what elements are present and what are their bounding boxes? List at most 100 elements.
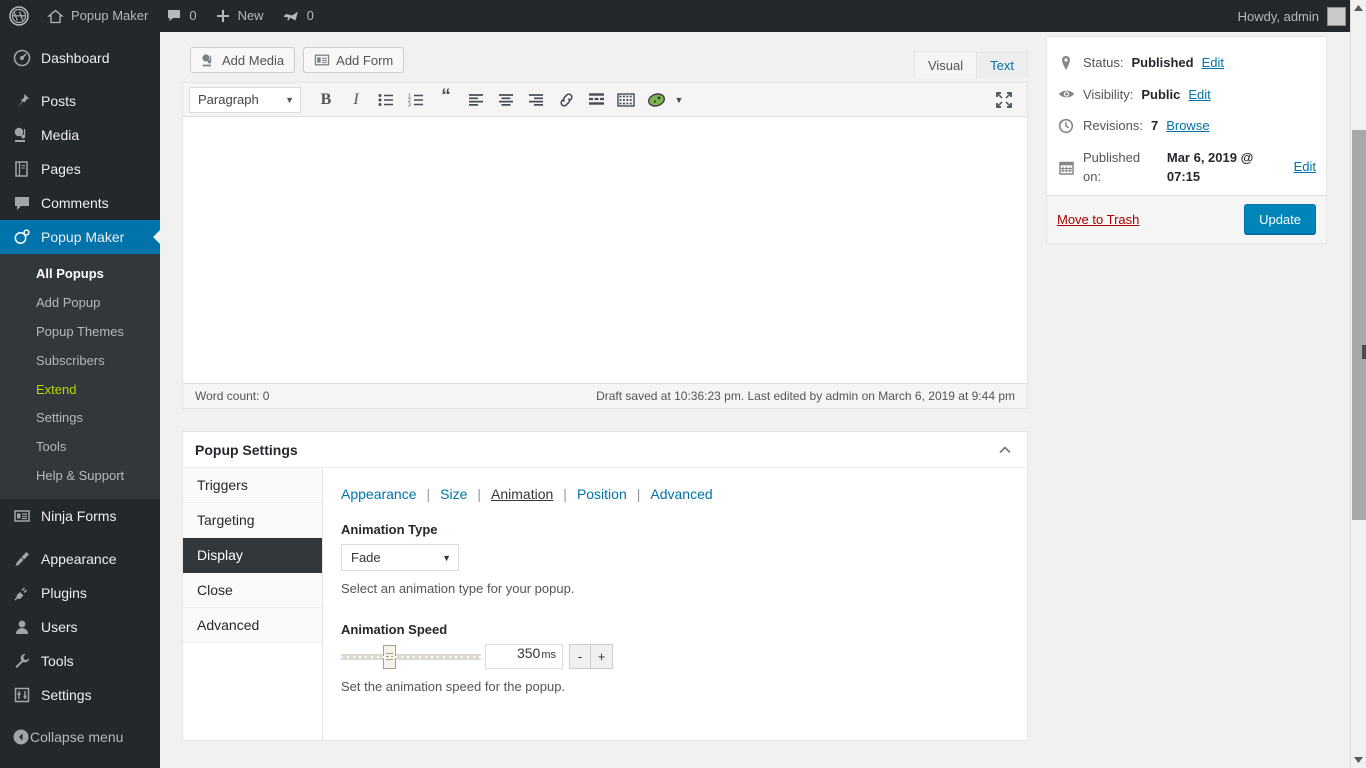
comments-menu[interactable]: 0 [157,0,205,32]
sidebar-item-posts[interactable]: Posts [0,84,160,118]
new-content-menu[interactable]: New [206,0,273,32]
revisions-browse-link[interactable]: Browse [1166,116,1209,136]
subtab-separator: | [637,486,641,502]
subtab-position[interactable]: Position [577,486,627,502]
sidebar-item-media[interactable]: Media [0,118,160,152]
sidebar-label: Plugins [41,586,87,600]
sidebar-item-tools[interactable]: Tools [0,644,160,678]
site-name-menu[interactable]: Popup Maker [38,0,157,32]
submenu-item-settings[interactable]: Settings [0,404,160,433]
editor-content-area[interactable] [183,117,1027,383]
sidebar-label: Posts [41,94,76,108]
read-more-icon[interactable] [581,87,611,113]
visibility-edit-link[interactable]: Edit [1188,85,1210,105]
account-menu[interactable]: Howdy, admin [1238,7,1350,26]
add-form-button[interactable]: Add Form [303,47,404,73]
chevron-up-icon[interactable] [995,440,1015,460]
update-button[interactable]: Update [1244,204,1316,234]
submenu-item-add-popup[interactable]: Add Popup [0,289,160,318]
sidebar-item-popup-maker[interactable]: Popup Maker [0,220,160,254]
submenu-item-subscribers[interactable]: Subscribers [0,347,160,376]
popup-settings-metabox: Popup Settings Triggers Targeting Displa… [182,431,1028,741]
comments-count: 0 [189,0,196,32]
subtab-animation[interactable]: Animation [491,486,553,502]
format-select[interactable]: Paragraph ▼ [189,87,301,113]
align-left-icon[interactable] [461,87,491,113]
tab-display[interactable]: Display [183,538,322,573]
status-label: Status: [1083,53,1123,73]
page-scrollbar[interactable] [1350,0,1366,768]
jetpack-menu[interactable]: 0 [273,0,323,32]
sidebar-item-comments[interactable]: Comments [0,186,160,220]
published-on-value: Mar 6, 2019 @ 07:15 [1167,148,1286,187]
ninja-forms-icon[interactable] [641,87,671,113]
animation-speed-input[interactable]: 350 ms [485,644,563,669]
subtab-advanced[interactable]: Advanced [650,486,712,502]
comment-bubble-icon [166,8,182,24]
publish-actions: Move to Trash Update [1047,195,1326,243]
fullscreen-icon[interactable] [989,87,1019,113]
visibility-label: Visibility: [1083,85,1133,105]
status-edit-link[interactable]: Edit [1202,53,1224,73]
tab-text[interactable]: Text [976,52,1028,78]
blockquote-icon[interactable]: “ [431,87,461,113]
chevron-down-icon[interactable]: ▼ [671,87,687,113]
sidebar-item-pages[interactable]: Pages [0,152,160,186]
tab-targeting[interactable]: Targeting [183,503,322,538]
published-on-edit-link[interactable]: Edit [1294,157,1316,177]
admin-bar: Popup Maker 0 New 0 Howdy, admin [0,0,1350,32]
sidebar-item-dashboard[interactable]: Dashboard [0,41,160,75]
sidebar-item-ninja-forms[interactable]: Ninja Forms [0,499,160,533]
animation-speed-slider[interactable] [341,654,481,660]
media-icon [12,125,32,145]
numbered-list-icon[interactable]: 123 [401,87,431,113]
subtab-size[interactable]: Size [440,486,467,502]
tab-visual[interactable]: Visual [914,51,977,78]
sidebar-label: Tools [41,654,74,668]
add-media-button[interactable]: Add Media [190,47,295,73]
link-icon[interactable] [551,87,581,113]
sidebar-item-appearance[interactable]: Appearance [0,542,160,576]
slider-handle[interactable] [383,645,396,669]
sidebar-item-settings[interactable]: Settings [0,678,160,712]
pin-icon [12,91,32,111]
subtab-separator: | [563,486,567,502]
subtab-appearance[interactable]: Appearance [341,486,417,502]
submenu-item-popup-themes[interactable]: Popup Themes [0,318,160,347]
submenu-item-tools[interactable]: Tools [0,433,160,462]
submenu-item-help-support[interactable]: Help & Support [0,462,160,491]
sidebar-item-plugins[interactable]: Plugins [0,576,160,610]
align-center-icon[interactable] [491,87,521,113]
sidebar-item-users[interactable]: Users [0,610,160,644]
triangle-down-icon[interactable] [1351,752,1366,768]
bulleted-list-icon[interactable] [371,87,401,113]
bold-icon[interactable]: B [311,87,341,113]
move-to-trash-link[interactable]: Move to Trash [1057,212,1139,227]
main-content: Add Media Add Form Visual Text Paragraph… [160,32,1350,768]
triangle-up-icon[interactable] [1351,0,1366,16]
scrollbar-thumb[interactable] [1352,130,1366,520]
collapse-menu-button[interactable]: Collapse menu [0,720,160,754]
tab-triggers[interactable]: Triggers [183,468,322,503]
italic-icon[interactable]: I [341,87,371,113]
new-content-label: New [238,0,264,32]
tab-advanced[interactable]: Advanced [183,608,322,643]
sidebar-label: Dashboard [41,51,110,65]
published-on-label: Published on: [1083,148,1159,187]
sidebar-label: Settings [41,688,92,702]
animation-type-value: Fade [351,550,381,565]
align-right-icon[interactable] [521,87,551,113]
popup-settings-title: Popup Settings [195,442,298,458]
increment-button[interactable]: + [591,644,613,669]
animation-speed-controls: 350 ms - + [341,644,1007,669]
svg-text:3: 3 [408,102,411,107]
toolbar-toggle-icon[interactable] [611,87,641,113]
submenu-item-all-popups[interactable]: All Popups [0,260,160,289]
animation-type-select[interactable]: Fade ▼ [341,544,459,571]
decrement-button[interactable]: - [569,644,591,669]
collapse-arrow-icon [12,728,30,746]
tab-close[interactable]: Close [183,573,322,608]
word-count: Word count: 0 [195,389,269,403]
submenu-item-extend[interactable]: Extend [0,376,160,405]
wordpress-logo-menu[interactable] [0,0,38,32]
